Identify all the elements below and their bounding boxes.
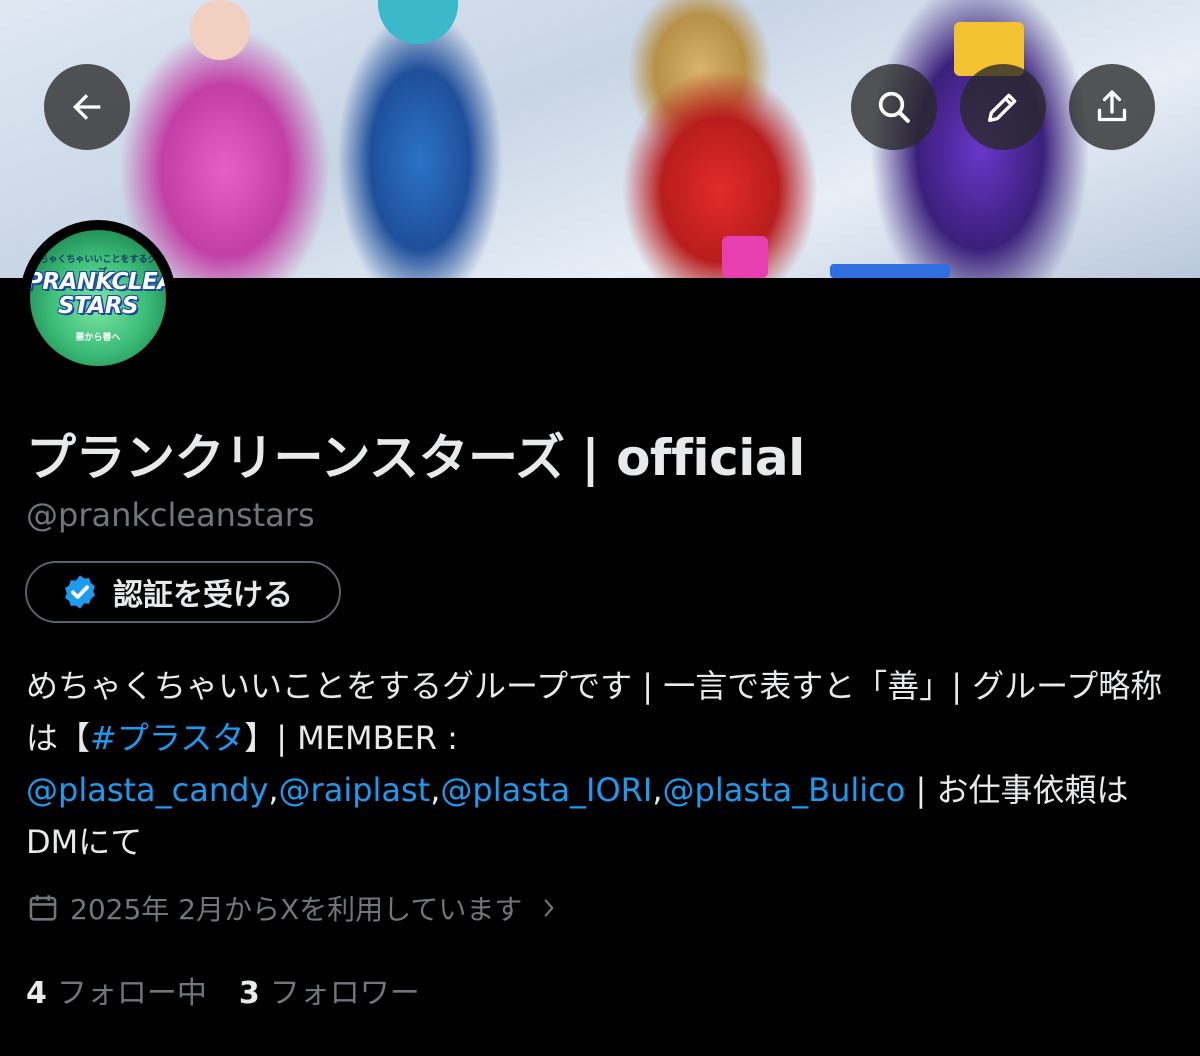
bio-separator: ,: [268, 771, 279, 809]
profile-avatar[interactable]: めちゃくちゃいいことをするグループ PRANKCLEAN STARS 悪から善へ: [20, 220, 176, 376]
bio-separator: ,: [652, 771, 663, 809]
avatar-logo: めちゃくちゃいいことをするグループ PRANKCLEAN STARS 悪から善へ: [30, 230, 166, 366]
following-count[interactable]: 4: [26, 976, 47, 1011]
logo-subtitle: 悪から善へ: [75, 333, 121, 343]
edit-button[interactable]: [960, 64, 1046, 150]
hashtag-link[interactable]: #プラスタ: [90, 719, 244, 757]
share-button[interactable]: [1069, 64, 1155, 150]
logo-line-1: PRANKCLEAN: [30, 269, 166, 295]
banner-decoration: [378, 0, 458, 44]
search-icon: [878, 91, 910, 123]
search-button[interactable]: [851, 64, 937, 150]
banner-decoration: [722, 236, 768, 278]
logo-wordmark: PRANKCLEAN STARS: [30, 270, 166, 318]
get-verified-label: 認証を受ける: [113, 578, 293, 613]
calendar-icon: [29, 895, 57, 921]
display-name: プランクリーンスターズ | official: [26, 429, 805, 487]
bio-text: 】| MEMBER :: [244, 719, 458, 757]
mention-link[interactable]: @plasta_Bulico: [663, 771, 906, 809]
follow-stats: 4 フォロー中 3 フォロワー: [26, 968, 452, 1012]
followers-count[interactable]: 3: [239, 976, 260, 1011]
joined-date-text: 2025年 2月からXを利用しています: [70, 893, 523, 926]
bio-separator: ,: [430, 771, 441, 809]
user-handle: @prankcleanstars: [26, 496, 315, 534]
arrow-left-icon: [73, 94, 101, 120]
banner-decoration: [190, 0, 250, 60]
banner-decoration: [830, 264, 950, 278]
logo-line-2: STARS: [57, 293, 139, 319]
mention-link[interactable]: @plasta_candy: [26, 771, 268, 809]
followers-label[interactable]: フォロワー: [270, 968, 420, 1012]
following-label[interactable]: フォロー中: [57, 968, 207, 1012]
back-button[interactable]: [44, 64, 130, 150]
share-icon: [1097, 90, 1127, 122]
chevron-right-icon: [544, 899, 554, 917]
joined-date-row[interactable]: 2025年 2月からXを利用しています: [26, 888, 570, 928]
mention-link[interactable]: @raiplast: [279, 771, 431, 809]
profile-bio: めちゃくちゃいいことをするグループです | 一言で表すと「善」| グループ略称は…: [26, 660, 1176, 868]
mention-link[interactable]: @plasta_IORI: [440, 771, 652, 809]
get-verified-button[interactable]: 認証を受ける: [25, 561, 341, 623]
verified-badge-icon: [65, 575, 95, 609]
profile-banner[interactable]: [0, 0, 1200, 278]
pencil-icon: [988, 93, 1017, 123]
